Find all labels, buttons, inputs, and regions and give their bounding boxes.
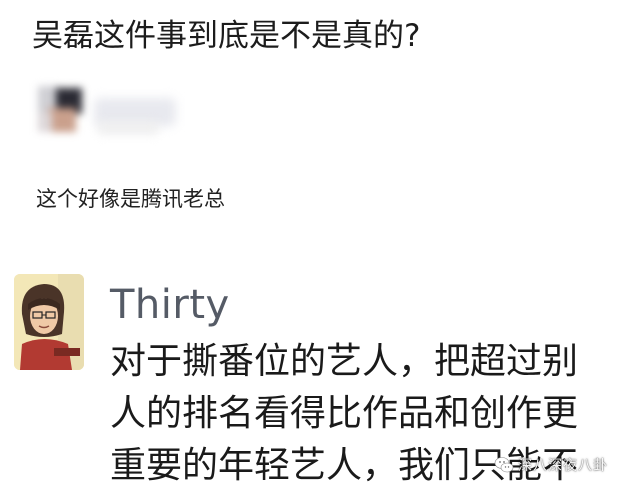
comment-text: 这个好像是腾讯老总 [36, 187, 225, 211]
question-title: 吴磊这件事到底是不是真的? [32, 18, 421, 54]
watermark: 深八深夜八卦 [494, 452, 608, 478]
reply-username[interactable]: Thirty [110, 280, 230, 330]
reply-line: 对于撕番位的艺人，把超过别 [110, 341, 579, 382]
blurred-avatar [38, 86, 82, 134]
cartoon-avatar-icon [14, 274, 84, 370]
reply-line: 人的排名看得比作品和创作更 [110, 393, 579, 434]
reply-avatar[interactable] [14, 274, 84, 370]
blurred-meta [98, 122, 158, 134]
watermark-text: 深八深夜八卦 [518, 458, 608, 474]
wechat-logo-icon [494, 457, 514, 473]
